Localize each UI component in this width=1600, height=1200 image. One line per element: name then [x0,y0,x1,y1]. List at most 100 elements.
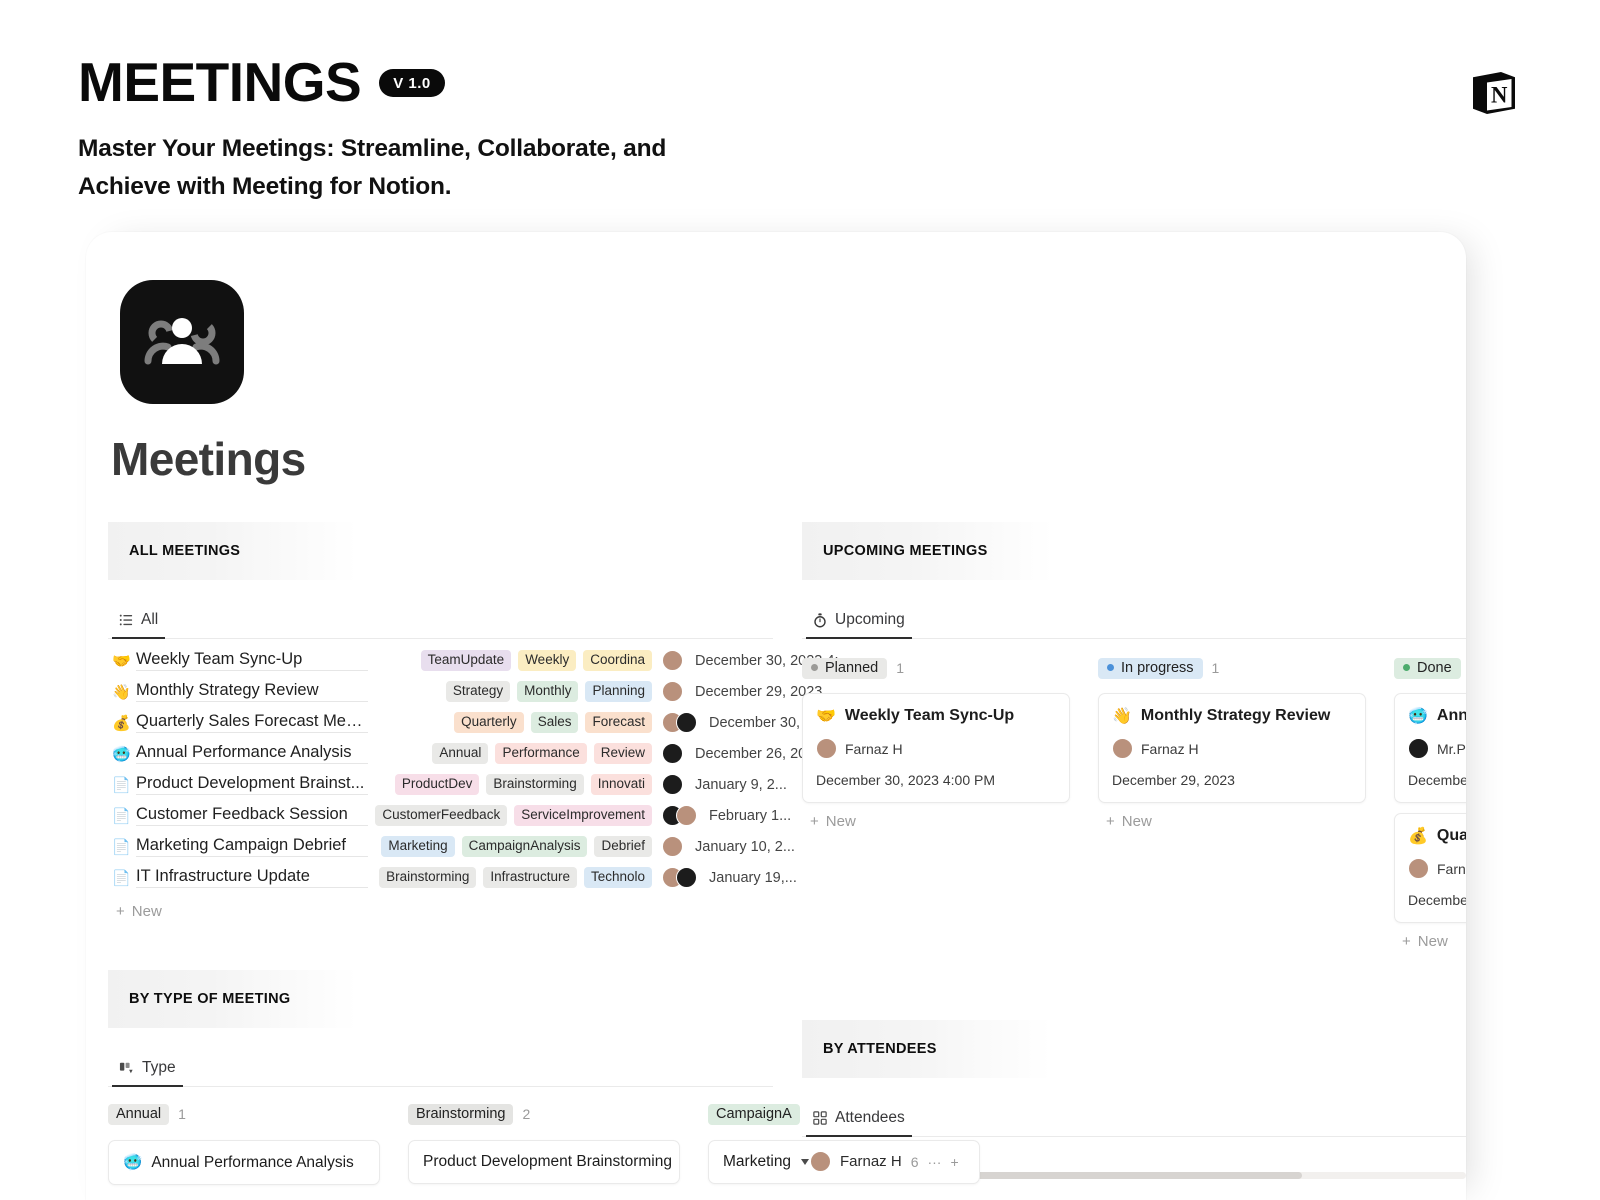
meeting-date: January 9, 2... [695,776,787,793]
avatar [1112,738,1133,759]
all-meetings-header-label: ALL MEETINGS [129,543,241,559]
tag: Weekly [518,649,577,672]
new-label: New [825,813,856,830]
meeting-title[interactable]: Quarterly Sales Forecast Meeti... [136,712,368,733]
board-card[interactable]: 💰 Quarterly Sales Forecast Farnaz H Decembe… [1394,813,1466,923]
plus-icon: + [810,813,819,830]
tab-upcoming[interactable]: Upcoming [806,608,912,639]
board-column-header: In progress 1 [1098,653,1366,683]
tag: CampaignAnalysis [461,835,588,858]
board-card-person: Farnaz H [816,738,1056,759]
tag: Annual [432,742,489,765]
type-badge: CampaignA [708,1103,800,1125]
board-card-date: December 30, 2023 [1408,892,1466,908]
table-row[interactable]: 📄 Customer Feedback Session CustomerFeedba… [108,800,791,831]
new-label: New [1121,813,1152,830]
card-emoji-icon: 🥶 [123,1154,143,1171]
grid-icon [813,1111,827,1125]
card-title-text: Quarterly Sales Forecast [1436,827,1466,844]
type-card[interactable]: Product Development Brainstorming [408,1140,680,1184]
board-card-person: Farnaz H [1408,858,1466,879]
card-title-text: Marketing [723,1153,792,1170]
type-column: Brainstorming 2 Product Development Brains… [408,1099,680,1185]
board-new-button[interactable]: + New [1394,933,1466,950]
more-options-icon[interactable]: ··· [927,1154,941,1170]
tag: Technolo [583,866,652,889]
board-card[interactable]: 🤝 Weekly Team Sync-Up Farnaz H December 30,… [802,693,1070,803]
tag: Brainstorming [379,866,477,889]
avatar [816,738,837,759]
board-column-header: Done2 [1394,653,1466,683]
card-emoji-icon: 👋 [1112,708,1132,725]
board-column: Planned 1 🤝 Weekly Team Sync-Up Farnaz H Dece… [802,653,1070,950]
board-card-title: 🥶 Annual Performance Analysis [1408,706,1466,726]
meeting-title[interactable]: Customer Feedback Session [136,805,368,826]
tab-attendees[interactable]: Attendees [806,1106,912,1137]
row-emoji-icon: 🥶 [112,745,131,763]
table-row[interactable]: 💰 Quarterly Sales Forecast Meeti... Quarte… [108,707,832,738]
table-row[interactable]: 👋 Monthly Strategy Review Strategy Monthly P… [108,676,822,707]
all-meetings-new-button[interactable]: + New [108,903,773,920]
by-attendees-tab-bar: Attendees [802,1106,1466,1137]
type-card[interactable]: 🥶 Annual Performance Analysis [108,1140,380,1185]
by-attendees-header-label: BY ATTENDEES [823,1041,937,1057]
meeting-title[interactable]: Marketing Campaign Debrief [136,836,368,857]
avatar-group [662,774,683,795]
chevron-down-icon[interactable] [801,1158,809,1165]
tab-all[interactable]: All [112,608,166,639]
tab-attendees-label: Attendees [835,1109,905,1126]
tag: ServiceImprovement [514,804,652,827]
tag-group: CustomerFeedback ServiceImprovement [374,804,652,827]
upcoming-meetings-header-label: UPCOMING MEETINGS [823,543,988,559]
board-card-date: December 29, 2023 [1112,772,1235,788]
table-row[interactable]: 📄 Product Development Brainst... ProductDe… [108,769,787,800]
tab-all-label: All [141,611,159,628]
tag: Performance [495,742,587,765]
board-new-button[interactable]: + New [802,813,1070,830]
board-card[interactable]: 👋 Monthly Strategy Review Farnaz H December… [1098,693,1366,803]
attendee-group-row[interactable]: Farnaz H 6 ··· + [801,1151,1466,1172]
table-row[interactable]: 📄 Marketing Campaign Debrief Marketing Camp… [108,831,795,862]
meeting-title[interactable]: Weekly Team Sync-Up [136,650,368,671]
board-card-date: December 30, 2023 4:00 PM [816,772,995,788]
all-meetings-tab-bar: All [108,608,773,639]
row-emoji-icon: 👋 [112,683,131,701]
by-attendees-section: BY ATTENDEES Attendees Farnaz H 6 ··· + [801,1020,1466,1172]
status-badge: Done [1394,657,1461,679]
tag: Forecast [585,711,652,734]
page-root: MEETINGS V 1.0 Master Your Meetings: Str… [0,0,1600,1200]
meeting-title[interactable]: Product Development Brainst... [136,774,368,795]
avatar [662,681,683,702]
person-name: Farnaz H [845,740,903,757]
avatar [676,805,697,826]
tag-group: Brainstorming Infrastructure Technolo [374,866,652,889]
status-badge: Planned [802,657,888,679]
table-row[interactable]: 📄 IT Infrastructure Update Brainstorming In… [108,862,797,893]
avatar [1408,858,1429,879]
type-column: Annual 1 🥶 Annual Performance Analysis [108,1099,380,1185]
board-new-button[interactable]: + New [1098,813,1366,830]
upcoming-board: Planned 1 🤝 Weekly Team Sync-Up Farnaz H Dece… [802,653,1466,950]
by-type-header-label: BY TYPE OF MEETING [129,991,291,1007]
tag: Debrief [594,835,652,858]
status-badge: In progress [1098,657,1203,679]
board-icon [119,1062,133,1074]
hero-title-row: MEETINGS V 1.0 [78,55,1078,110]
card-title-text: Annual Performance Analysis [151,1153,354,1171]
tab-type[interactable]: Type [112,1056,183,1087]
tag-group: TeamUpdate Weekly Coordina [374,649,652,672]
status-label: Planned [825,659,879,676]
table-row[interactable]: 🤝 Weekly Team Sync-Up TeamUpdate Weekly Coor… [108,645,851,676]
avatar [810,1151,831,1172]
meeting-title[interactable]: Annual Performance Analysis [136,743,368,764]
board-card[interactable]: 🥶 Annual Performance Analysis Mr.Pugo Decem… [1394,693,1466,803]
meeting-title[interactable]: IT Infrastructure Update [136,867,368,888]
column-count: 1 [1211,660,1220,676]
meeting-title[interactable]: Monthly Strategy Review [136,681,368,702]
tag: Infrastructure [483,866,577,889]
table-row[interactable]: 🥶 Annual Performance Analysis Annual Perfor… [108,738,822,769]
by-attendees-header: BY ATTENDEES [802,1020,1192,1078]
new-label: New [1417,933,1448,950]
avatar-group [662,681,683,702]
add-icon[interactable]: + [950,1154,958,1170]
